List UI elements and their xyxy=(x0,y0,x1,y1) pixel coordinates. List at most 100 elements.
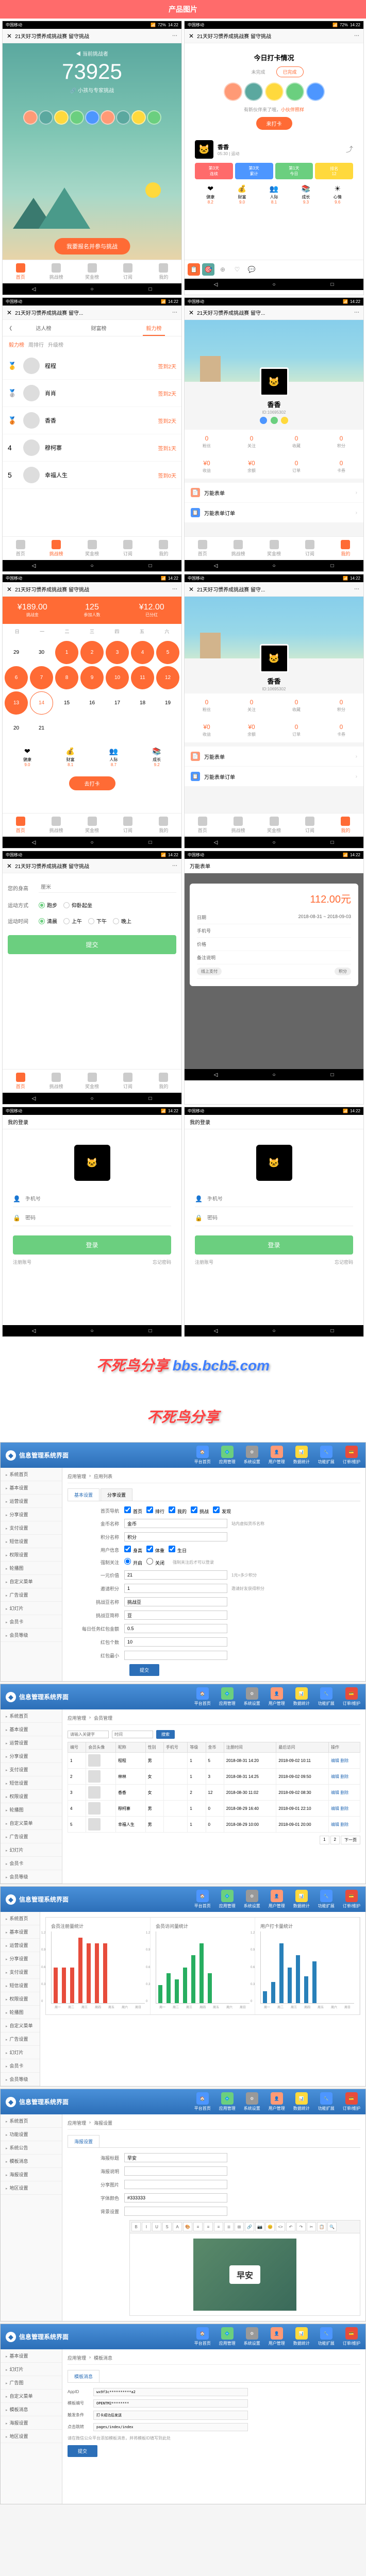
cal-date[interactable]: 18 xyxy=(131,691,154,715)
sidebar-item[interactable]: 自定义菜单 xyxy=(1,1575,62,1588)
radio-option[interactable]: 仰卧起坐 xyxy=(63,901,92,909)
text-input[interactable] xyxy=(39,883,176,893)
recent-icon[interactable]: □ xyxy=(327,281,338,288)
text-input[interactable] xyxy=(124,2193,227,2202)
radio-option[interactable]: 上午 xyxy=(63,917,82,925)
editor-button[interactable]: S xyxy=(162,2222,172,2231)
editor-button[interactable]: B xyxy=(131,2222,141,2231)
admin-nav-item[interactable]: 🔧功能扩展 xyxy=(318,1687,335,1706)
checkbox-option[interactable]: 排行 xyxy=(146,1506,164,1515)
nav-item[interactable]: 挑战榜 xyxy=(38,537,74,560)
sidebar-item[interactable]: 轮播图 xyxy=(1,2006,40,2019)
cal-date[interactable]: 17 xyxy=(106,691,129,715)
close-icon[interactable]: ✕ xyxy=(189,32,194,40)
admin-tab[interactable]: 基本设置 xyxy=(68,1488,99,1501)
editor-button[interactable]: 🔗 xyxy=(245,2222,254,2231)
admin-nav-item[interactable]: 💳订单/维护 xyxy=(343,2327,360,2346)
row-actions[interactable]: 编辑 删除 xyxy=(329,1785,360,1801)
sidebar-item[interactable]: 短信设置 xyxy=(1,1535,62,1548)
action-icon[interactable]: 🎯 xyxy=(202,263,214,276)
cal-date[interactable]: 3 xyxy=(106,641,129,664)
api-submit[interactable]: 提交 xyxy=(68,2445,97,2457)
cal-date[interactable]: 7 xyxy=(30,666,53,689)
login-input[interactable] xyxy=(25,1196,171,1202)
sidebar-item[interactable]: 会员卡 xyxy=(1,1857,62,1870)
sidebar-item[interactable]: 支付设置 xyxy=(1,1521,62,1535)
text-input[interactable] xyxy=(124,1611,227,1620)
avatar[interactable] xyxy=(306,82,325,101)
admin-logo[interactable]: ◆信息管理系统界面 xyxy=(6,1450,69,1461)
stat-cell[interactable]: ¥0余额 xyxy=(229,454,274,479)
calendar-cta[interactable]: 去打卡 xyxy=(69,776,115,790)
radio-option[interactable]: 关闭 xyxy=(146,1558,164,1566)
radio-option[interactable]: 晚上 xyxy=(113,917,131,925)
admin-nav-item[interactable]: 👤用户管理 xyxy=(269,1446,285,1465)
cal-date[interactable]: 9 xyxy=(80,666,104,689)
avatar[interactable] xyxy=(70,110,84,125)
sidebar-item[interactable]: 系统公告 xyxy=(1,2141,62,2155)
nav-item[interactable]: 订阅 xyxy=(292,537,327,560)
sidebar-item[interactable]: 支付设置 xyxy=(1,1763,62,1776)
admin-nav-item[interactable]: 💠应用管理 xyxy=(219,1446,236,1465)
chip[interactable]: 积分 xyxy=(335,968,351,975)
admin-nav-item[interactable]: 🏠平台首页 xyxy=(194,1890,211,1909)
stat-cell[interactable]: 0收藏 xyxy=(274,430,319,454)
radio-option[interactable]: 清晨 xyxy=(39,917,57,925)
checkbox-option[interactable]: 挑战 xyxy=(191,1506,209,1515)
row-actions[interactable]: 编辑 删除 xyxy=(329,1769,360,1785)
profile-avatar[interactable]: 🐱 xyxy=(260,644,289,673)
cal-date[interactable]: 14 xyxy=(30,691,53,715)
admin-nav-item[interactable]: 📊数据统计 xyxy=(293,1687,310,1706)
admin-nav-item[interactable]: 📊数据统计 xyxy=(293,1890,310,1909)
stat-cell[interactable]: ¥0收益 xyxy=(185,718,229,742)
cal-date[interactable]: 12 xyxy=(156,666,179,689)
avatar[interactable] xyxy=(244,82,263,101)
editor-content[interactable]: 早安 xyxy=(129,2233,360,2316)
sidebar-item[interactable]: 广告设置 xyxy=(1,2032,40,2046)
checkbox-option[interactable]: 我的 xyxy=(169,1506,187,1515)
nav-item[interactable]: 首页 xyxy=(3,814,38,837)
admin-nav-item[interactable]: 🔧功能扩展 xyxy=(318,1890,335,1909)
editor-button[interactable]: <> xyxy=(276,2222,285,2231)
sidebar-item[interactable]: 会员等级 xyxy=(1,1629,62,1642)
nav-item[interactable]: 订阅 xyxy=(110,814,145,837)
sidebar-item[interactable]: 分享设置 xyxy=(1,1508,62,1521)
admin-nav-item[interactable]: 💠应用管理 xyxy=(219,2092,236,2111)
checkbox-option[interactable]: 首页 xyxy=(124,1506,142,1515)
sidebar-item[interactable]: 地区设置 xyxy=(1,2181,62,2195)
admin-nav-item[interactable]: 🔧功能扩展 xyxy=(318,2092,335,2111)
nav-item[interactable]: 我的 xyxy=(146,537,181,560)
nav-item[interactable]: 挑战榜 xyxy=(220,537,256,560)
page-button[interactable]: 1 xyxy=(320,1836,329,1844)
text-input[interactable] xyxy=(124,1637,227,1647)
sidebar-item[interactable]: 分享设置 xyxy=(1,1952,40,1965)
stat-cell[interactable]: 0关注 xyxy=(229,430,274,454)
sidebar-item[interactable]: 系统首页 xyxy=(1,1912,40,1925)
login-button[interactable]: 登录 xyxy=(13,1235,171,1255)
editor-button[interactable]: 🎨 xyxy=(183,2222,192,2231)
sidebar-item[interactable]: 系统首页 xyxy=(1,1709,62,1723)
cal-date[interactable]: 1 xyxy=(55,641,78,664)
nav-item[interactable]: 挑战榜 xyxy=(38,260,74,283)
admin-nav-item[interactable]: 📊数据统计 xyxy=(293,1446,310,1465)
nav-item[interactable]: 我的 xyxy=(328,814,363,837)
editor-button[interactable]: U xyxy=(152,2222,161,2231)
nav-item[interactable]: 挑战榜 xyxy=(38,814,74,837)
cal-date[interactable]: 16 xyxy=(80,691,104,715)
sidebar-item[interactable]: 海报设置 xyxy=(1,2168,62,2181)
nav-item[interactable]: 我的 xyxy=(146,1070,181,1093)
cal-date[interactable]: 30 xyxy=(30,641,53,664)
admin-nav-item[interactable]: 💳订单/维护 xyxy=(343,1890,360,1909)
text-input[interactable] xyxy=(124,1570,227,1580)
chip[interactable]: 线上支付 xyxy=(197,968,222,975)
sidebar-item[interactable]: 权限设置 xyxy=(1,1992,40,2006)
menu-item[interactable]: 📋万能表单订单› xyxy=(185,767,363,787)
sidebar-item[interactable]: 幻灯片 xyxy=(1,1843,62,1857)
admin-nav-item[interactable]: 💠应用管理 xyxy=(219,2327,236,2346)
sidebar-item[interactable]: 权限设置 xyxy=(1,1790,62,1803)
checkbox-option[interactable]: 生日 xyxy=(169,1546,187,1554)
home-icon[interactable]: ○ xyxy=(87,285,97,293)
text-input[interactable] xyxy=(124,2166,227,2176)
editor-button[interactable]: ⊞ xyxy=(235,2222,244,2231)
sidebar-item[interactable]: 海报设置 xyxy=(1,2416,62,2430)
